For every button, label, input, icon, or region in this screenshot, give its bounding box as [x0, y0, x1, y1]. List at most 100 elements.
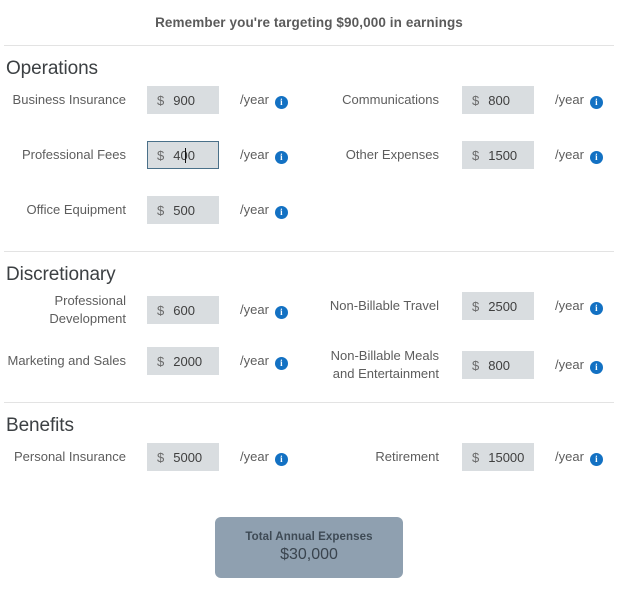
per-year-label-other-expenses: /year i: [555, 147, 603, 164]
per-year-label-non-billable-meals-and-entertainment: /year i: [555, 357, 603, 374]
per-year-text: /year: [555, 146, 584, 162]
per-year-text: /year: [555, 356, 584, 372]
per-year-text: /year: [240, 91, 269, 107]
expense-row: Professional Fees $400/year i Other Expense…: [0, 141, 618, 196]
per-year-label-office-equipment: /year i: [240, 202, 288, 219]
section-discretionary: Discretionary Professional Development $60…: [0, 252, 618, 402]
per-year-text: /year: [555, 91, 584, 107]
section-operations: Operations Business Insurance $900/year i Co…: [0, 46, 618, 251]
amount-value-professional-fees: 400: [164, 148, 195, 163]
info-circle-icon-communications[interactable]: i: [589, 95, 603, 109]
currency-symbol: $: [472, 298, 480, 314]
info-circle-icon-other-expenses[interactable]: i: [589, 150, 603, 164]
currency-symbol: $: [472, 147, 480, 163]
section-rows: Personal Insurance $5000/year i Retirement $…: [0, 443, 618, 498]
currency-symbol: $: [472, 92, 480, 108]
field-label-personal-insurance: Personal Insurance: [13, 449, 126, 464]
info-circle-icon-business-insurance[interactable]: i: [274, 95, 288, 109]
per-year-text: /year: [555, 448, 584, 464]
section-title-discretionary: Discretionary: [6, 264, 116, 285]
section-title-operations: Operations: [6, 58, 98, 79]
currency-symbol: $: [472, 357, 480, 373]
expense-field-non-billable-travel: Non-Billable Travel $2500/year i: [309, 292, 618, 320]
amount-input-retirement[interactable]: $15000: [462, 443, 534, 471]
expense-field-business-insurance: Business Insurance $900/year i: [0, 86, 309, 114]
amount-input-professional-development[interactable]: $600: [147, 296, 219, 324]
amount-input-professional-fees[interactable]: $400: [147, 141, 219, 169]
field-label-professional-development: Professional Development: [49, 293, 126, 326]
expense-field-office-equipment: Office Equipment $500/year i: [0, 196, 309, 224]
per-year-label-marketing-and-sales: /year i: [240, 353, 288, 370]
field-label-non-billable-meals-and-entertainment: Non-Billable Meals and Entertainment: [330, 348, 439, 381]
info-circle-icon-non-billable-travel[interactable]: i: [589, 301, 603, 315]
field-label-professional-fees: Professional Fees: [21, 147, 126, 162]
section-rows: Professional Development $600/year i Non-Bi…: [0, 292, 618, 402]
currency-symbol: $: [157, 202, 165, 218]
info-circle-icon-non-billable-meals-and-entertainment[interactable]: i: [589, 360, 603, 374]
per-year-label-professional-fees: /year i: [240, 147, 288, 164]
total-annual-expenses-label: Total Annual Expenses: [245, 531, 373, 543]
per-year-text: /year: [240, 301, 269, 317]
expense-field-professional-development: Professional Development $600/year i: [0, 292, 309, 328]
currency-symbol: $: [157, 92, 165, 108]
total-annual-expenses-box: Total Annual Expenses $30,000: [215, 517, 403, 578]
amount-input-non-billable-meals-and-entertainment[interactable]: $800: [462, 351, 534, 379]
amount-value-marketing-and-sales: 2000: [173, 353, 203, 369]
amount-input-non-billable-travel[interactable]: $2500: [462, 292, 534, 320]
expense-field-professional-fees: Professional Fees $400/year i: [0, 141, 309, 169]
section-title-benefits: Benefits: [6, 415, 74, 436]
expense-row: Marketing and Sales $2000/year i Non-Billab…: [0, 347, 618, 402]
amount-input-marketing-and-sales[interactable]: $2000: [147, 347, 219, 375]
per-year-label-personal-insurance: /year i: [240, 449, 288, 466]
per-year-label-retirement: /year i: [555, 449, 603, 466]
per-year-text: /year: [240, 146, 269, 162]
per-year-text: /year: [555, 297, 584, 313]
per-year-label-communications: /year i: [555, 92, 603, 109]
per-year-text: /year: [240, 201, 269, 217]
expense-field-retirement: Retirement $15000/year i: [309, 443, 618, 471]
per-year-label-non-billable-travel: /year i: [555, 298, 603, 315]
info-circle-icon-personal-insurance[interactable]: i: [274, 452, 288, 466]
info-circle-icon-office-equipment[interactable]: i: [274, 205, 288, 219]
info-circle-icon-marketing-and-sales[interactable]: i: [274, 356, 288, 370]
currency-symbol: $: [157, 449, 165, 465]
info-circle-icon-professional-development[interactable]: i: [274, 305, 288, 319]
section-rows: Business Insurance $900/year i Communicatio…: [0, 86, 618, 251]
amount-value-professional-development: 600: [173, 302, 195, 318]
amount-value-personal-insurance: 5000: [173, 449, 203, 465]
total-annual-expenses-value: $30,000: [280, 546, 338, 563]
amount-value-communications: 800: [488, 92, 510, 108]
field-label-communications: Communications: [342, 92, 439, 107]
text-caret: [185, 148, 186, 163]
amount-input-communications[interactable]: $800: [462, 86, 534, 114]
currency-symbol: $: [157, 302, 165, 318]
expense-row: Professional Development $600/year i Non-Bi…: [0, 292, 618, 347]
field-label-marketing-and-sales: Marketing and Sales: [7, 353, 126, 368]
field-label-retirement: Retirement: [375, 449, 439, 464]
currency-symbol: $: [472, 449, 480, 465]
field-label-other-expenses: Other Expenses: [345, 147, 439, 162]
expense-field-marketing-and-sales: Marketing and Sales $2000/year i: [0, 347, 309, 375]
target-earnings-text: Remember you're targeting $90,000 in ear…: [155, 15, 463, 30]
field-label-non-billable-travel: Non-Billable Travel: [329, 298, 439, 313]
per-year-label-professional-development: /year i: [240, 302, 288, 319]
amount-input-business-insurance[interactable]: $900: [147, 86, 219, 114]
expense-field-communications: Communications $800/year i: [309, 86, 618, 114]
per-year-text: /year: [240, 448, 269, 464]
expense-calculator-page: Remember you're targeting $90,000 in ear…: [0, 0, 618, 610]
amount-value-business-insurance: 900: [173, 92, 195, 108]
info-circle-icon-professional-fees[interactable]: i: [274, 150, 288, 164]
info-circle-icon-retirement[interactable]: i: [589, 452, 603, 466]
currency-symbol: $: [157, 147, 165, 163]
expense-row: Business Insurance $900/year i Communicatio…: [0, 86, 618, 141]
amount-value-non-billable-meals-and-entertainment: 800: [488, 357, 510, 373]
expense-row: Personal Insurance $5000/year i Retirement $…: [0, 443, 618, 498]
expense-field-personal-insurance: Personal Insurance $5000/year i: [0, 443, 309, 471]
field-label-office-equipment: Office Equipment: [26, 202, 126, 217]
amount-input-office-equipment[interactable]: $500: [147, 196, 219, 224]
amount-input-other-expenses[interactable]: $1500: [462, 141, 534, 169]
expense-sections: Operations Business Insurance $900/year i Co…: [0, 46, 618, 498]
amount-input-personal-insurance[interactable]: $5000: [147, 443, 219, 471]
field-label-business-insurance: Business Insurance: [12, 92, 126, 107]
expense-row: Office Equipment $500/year i: [0, 196, 618, 251]
